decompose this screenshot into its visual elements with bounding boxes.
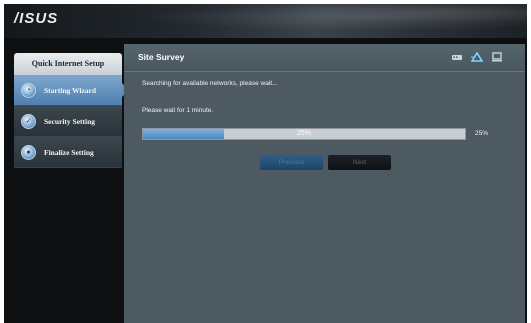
progress-side-label: 25% — [475, 130, 489, 137]
wait-message: Please wait for 1 minute. — [142, 107, 214, 114]
wifi-icon — [471, 52, 483, 62]
sidebar-item-label: Security Setting — [44, 116, 96, 126]
page-title: Site Survey — [138, 52, 185, 62]
sidebar-item-label: Starting Wizard — [44, 85, 97, 95]
top-banner: /ISUS — [4, 4, 527, 38]
sidebar-item-starting-wizard[interactable]: ◔ Starting Wizard — [14, 75, 129, 106]
wizard-icon: ◔ — [21, 82, 36, 98]
sidebar-item-label: Finalize Setting — [44, 147, 94, 157]
sidebar-item-security-setting[interactable]: ✓ Security Setting — [14, 106, 122, 137]
progress-bar: 25% — [142, 128, 466, 140]
progress-percent-label: 25% — [296, 130, 311, 137]
sidebar-title: Quick Internet Setup — [14, 53, 122, 75]
previous-button[interactable]: Previous — [260, 155, 323, 170]
asus-logo: /ISUS — [14, 10, 59, 27]
sidebar: Quick Internet Setup ◔ Starting Wizard ✓… — [14, 53, 129, 323]
finalize-icon: ● — [21, 144, 36, 160]
status-message: Searching for available networks, please… — [142, 80, 278, 87]
panel-header: Site Survey — [124, 44, 525, 72]
router-icon — [452, 55, 462, 60]
computer-icon — [492, 52, 502, 62]
security-icon: ✓ — [21, 113, 36, 129]
main-panel: Site Survey Searching for available netw… — [124, 44, 525, 323]
next-button[interactable]: Next — [328, 155, 391, 170]
app-window: /ISUS Quick Internet Setup ◔ Starting Wi… — [4, 4, 527, 323]
connection-status-icons — [451, 52, 503, 62]
sidebar-item-finalize-setting[interactable]: ● Finalize Setting — [14, 137, 122, 168]
